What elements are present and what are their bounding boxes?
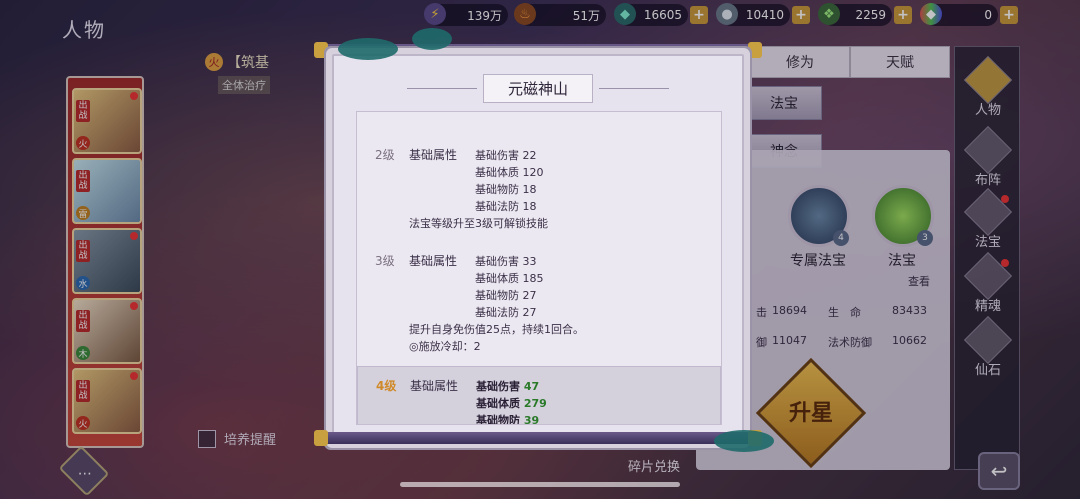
stat-line: 基础法防 18 bbox=[475, 200, 537, 213]
base-attr-label: 基础属性 bbox=[410, 379, 459, 393]
level-label: 4级 bbox=[376, 379, 397, 393]
base-attr-label: 基础属性 bbox=[409, 148, 458, 162]
home-indicator bbox=[400, 482, 680, 487]
pine-decoration-icon bbox=[338, 38, 398, 60]
stat-line: 基础物防 39 bbox=[476, 412, 540, 425]
level-entry: 3级 基础属性 基础伤害 33 基础体质 185 基础物防 27 基础法防 27… bbox=[357, 252, 721, 353]
stat-name: 基础伤害 bbox=[476, 380, 520, 393]
stat-value: 47 bbox=[523, 380, 540, 393]
modal-header: 元磁神山 bbox=[334, 74, 742, 103]
divider bbox=[406, 88, 477, 89]
level-entry-current: 4级 基础属性 基础伤害 47 基础体质 279 基础物防 39 bbox=[357, 366, 721, 425]
stat-line: 基础体质 185 bbox=[475, 272, 544, 285]
stat-line: 基础伤害 33 bbox=[475, 255, 537, 268]
base-attr-label: 基础属性 bbox=[409, 254, 458, 268]
level-label: 2级 bbox=[375, 148, 395, 162]
level-list[interactable]: 2级 基础属性 基础伤害 22 基础体质 120 基础物防 18 基础法防 18… bbox=[356, 111, 722, 425]
pine-decoration-icon bbox=[714, 430, 774, 452]
stat-line: 基础物防 27 bbox=[475, 289, 537, 302]
stat-name: 基础体质 bbox=[476, 397, 520, 410]
level-label: 3级 bbox=[375, 254, 395, 268]
skill-cooldown: ◎施放冷却：2 bbox=[409, 340, 481, 353]
skill-description: 提升自身免伤值25点，持续1回合。 bbox=[409, 323, 584, 336]
stat-line: 基础物防 18 bbox=[475, 183, 537, 196]
divider bbox=[599, 88, 669, 89]
scroll-rod-bottom bbox=[314, 430, 762, 446]
stat-name: 基础物防 bbox=[476, 414, 520, 425]
stat-line: 基础伤害 22 bbox=[475, 149, 537, 162]
modal-title: 元磁神山 bbox=[482, 74, 593, 103]
level-entry: 2级 基础属性 基础伤害 22 基础体质 120 基础物防 18 基础法防 18… bbox=[357, 146, 721, 236]
stat-value: 279 bbox=[523, 397, 547, 410]
stat-line: 基础体质 120 bbox=[475, 166, 544, 179]
unlock-note: 法宝等级升至3级可解锁技能 bbox=[409, 217, 548, 230]
stat-line: 基础法防 27 bbox=[475, 306, 537, 319]
stat-value: 39 bbox=[523, 414, 540, 425]
pine-decoration-icon bbox=[412, 28, 452, 50]
treasure-detail-modal: 元磁神山 2级 基础属性 基础伤害 22 基础体质 120 基础物防 18 基础… bbox=[332, 54, 744, 442]
stat-line: 基础伤害 47 bbox=[476, 378, 539, 394]
stat-line: 基础体质 279 bbox=[476, 395, 547, 411]
